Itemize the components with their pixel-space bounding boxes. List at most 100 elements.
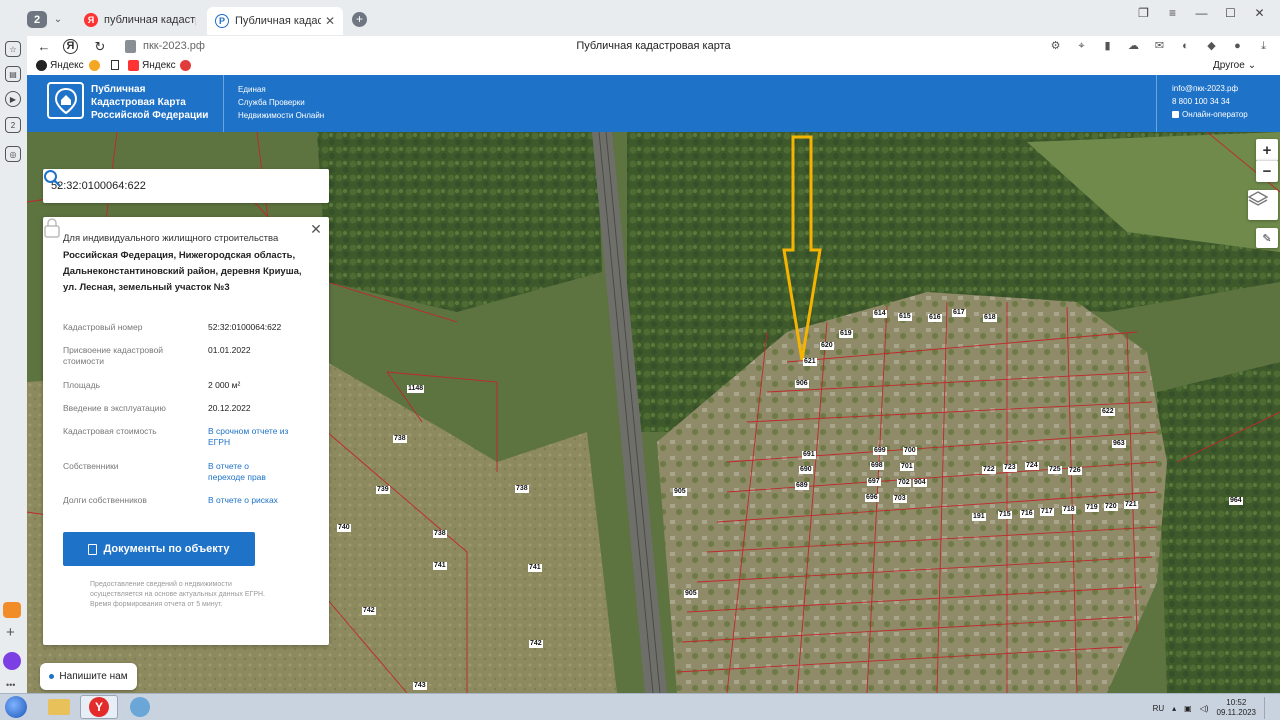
parcel-label[interactable]: 740 [337,524,351,532]
parcel-label[interactable]: 1148 [407,385,425,393]
parcel-label[interactable]: 715 [998,511,1012,519]
parcel-label[interactable]: 697 [867,478,881,486]
parcel-label[interactable]: 964 [1229,497,1243,505]
mail-app-icon[interactable] [3,602,21,618]
more-icon[interactable]: ••• [6,680,15,690]
owners-link[interactable]: В отчете о переходе прав [208,461,288,483]
parcel-label[interactable]: 614 [873,310,887,318]
tab-counter-badge[interactable]: 2 [27,11,47,28]
menu-icon[interactable]: ≡ [1158,4,1187,22]
parcel-label[interactable]: 621 [803,358,817,366]
parcel-label[interactable]: 724 [1025,462,1039,470]
download-icon[interactable]: ⤓ [1255,38,1272,55]
reload-icon[interactable]: ↻ [91,38,109,56]
bookmarks-other[interactable]: Другое ⌄ [1213,60,1256,71]
parcel-label[interactable]: 905 [684,590,698,598]
debts-link[interactable]: В отчете о рисках [208,495,318,506]
vpn-icon[interactable]: ● [1229,38,1246,55]
location-icon[interactable]: ⌖ [1073,38,1090,55]
chevron-down-icon[interactable]: ⌄ [50,12,66,28]
volume-icon[interactable]: ◁) [1200,704,1209,713]
parcel-label[interactable]: 690 [799,466,813,474]
parcel-label[interactable]: 726 [1068,467,1082,475]
parcel-label[interactable]: 696 [865,494,879,502]
alice-icon[interactable] [3,652,21,670]
parcel-label[interactable]: 719 [1085,504,1099,512]
bookmark-orange[interactable] [89,60,100,71]
reader-icon[interactable]: ☁ [1125,38,1142,55]
url-text[interactable]: пкк-2023.рф [143,40,205,52]
bookmark-icon[interactable]: ▮ [1099,38,1116,55]
zoom-out-button[interactable]: − [1256,160,1278,182]
bookmark-market[interactable] [180,60,191,71]
collections-window-icon[interactable]: ❐ [1129,4,1158,22]
paint-taskbar-icon[interactable] [121,695,159,719]
yandex-browser-taskbar-icon[interactable]: Y [80,695,118,719]
parcel-label[interactable]: 191 [972,513,986,521]
cadastral-value-link[interactable]: В срочном отчете из ЕГРН [208,426,293,448]
parcel-label[interactable]: 615 [898,313,912,321]
lock-icon[interactable] [125,40,136,53]
video-icon[interactable]: ▶ [5,91,21,107]
ruler-icon[interactable]: ✎ [1256,228,1278,248]
explorer-taskbar-icon[interactable] [40,695,78,719]
parcel-label[interactable]: 963 [1112,440,1126,448]
parcel-label[interactable]: 725 [1048,466,1062,474]
mail-icon[interactable]: ✉ [1151,38,1168,55]
parcel-label[interactable]: 618 [983,314,997,322]
search-icon[interactable] [43,169,61,187]
close-window-icon[interactable]: ✕ [1245,4,1274,22]
parcel-label[interactable]: 702 [897,479,911,487]
parcel-label[interactable]: 716 [1020,510,1034,518]
site-title[interactable]: Публичная Кадастровая Карта Российской Ф… [91,83,208,122]
parcel-label[interactable]: 738 [433,530,447,538]
tab-pkk-active[interactable]: P Публичная кадастровая ✕ [207,7,343,35]
parcel-label[interactable]: 742 [529,640,543,648]
cadastral-map[interactable]: 738 739 740 738 741 741 742 742 743 738 … [27,132,1280,693]
logo[interactable] [47,82,84,119]
parcel-label[interactable]: 700 [903,447,917,455]
parcel-label[interactable]: 721 [1124,501,1138,509]
bookmark-file[interactable] [111,60,119,70]
show-desktop-button[interactable] [1264,697,1270,719]
collections-icon[interactable]: ▤ [5,66,21,82]
tab-yandex-search[interactable]: Я публичная кадастровая к [76,8,204,32]
shield-icon[interactable]: ◆ [1203,38,1220,55]
parcel-label[interactable]: 689 [795,482,809,490]
tabs-count-icon[interactable]: 2 [5,117,21,133]
documents-button[interactable]: Документы по объекту [63,532,255,566]
language-indicator[interactable]: RU [1153,704,1165,713]
parcel-label[interactable]: 691 [802,451,816,459]
chat-button[interactable]: Напишите нам [40,663,137,690]
start-button[interactable] [5,696,27,718]
parcel-label[interactable]: 741 [528,564,542,572]
parcel-label[interactable]: 905 [673,488,687,496]
parcel-label[interactable]: 698 [870,462,884,470]
parcel-label[interactable]: 738 [393,435,407,443]
parcel-label[interactable]: 699 [873,447,887,455]
zoom-in-button[interactable]: + [1256,139,1278,161]
bookmark-yandex-2[interactable]: Яндекс [128,60,176,71]
bookmarks-icon[interactable]: ☆ [5,41,21,57]
screenshot-icon[interactable]: ◎ [5,146,21,162]
close-icon[interactable]: ✕ [325,14,335,28]
parcel-label[interactable]: 738 [515,485,529,493]
online-operator-link[interactable]: Онлайн-оператор [1172,108,1248,121]
minimize-icon[interactable]: — [1187,4,1216,22]
clock[interactable]: 10:52 09.11.2023 [1217,698,1256,718]
parcel-label[interactable]: 617 [952,309,966,317]
parcel-label[interactable]: 739 [376,486,390,494]
parcel-label[interactable]: 622 [1101,408,1115,416]
parcel-label[interactable]: 703 [893,495,907,503]
close-icon[interactable]: ✕ [309,222,323,236]
new-tab-button[interactable]: + [352,12,367,27]
contact-phone[interactable]: 8 800 100 34 34 [1172,95,1248,108]
parcel-label[interactable]: 722 [982,466,996,474]
maximize-icon[interactable]: ☐ [1216,4,1245,22]
parcel-label[interactable]: 717 [1040,508,1054,516]
parcel-label[interactable]: 718 [1062,506,1076,514]
search-input[interactable] [51,177,291,195]
parcel-label[interactable]: 723 [1003,464,1017,472]
parcel-label[interactable]: 620 [820,342,834,350]
tray-expand-icon[interactable]: ▴ [1172,704,1176,713]
